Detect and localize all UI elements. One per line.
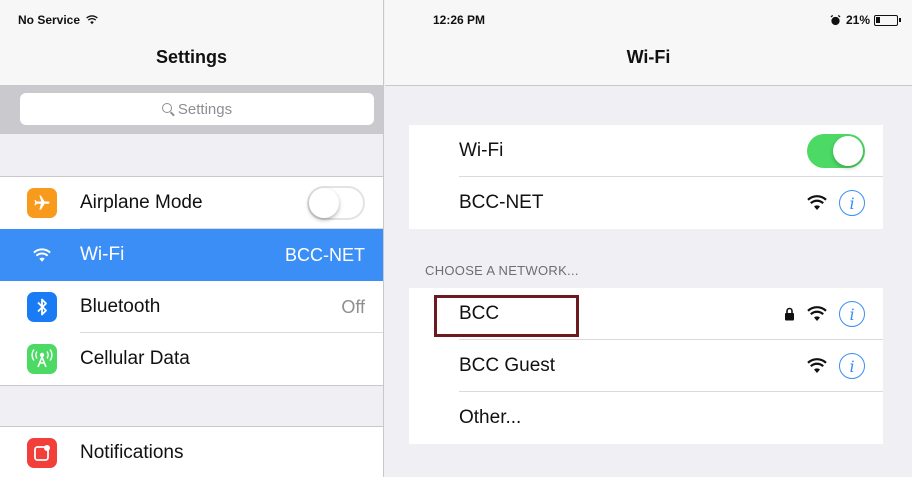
- toggle-knob: [833, 136, 863, 166]
- info-icon[interactable]: i: [839, 190, 865, 216]
- lock-icon: [785, 307, 794, 321]
- carrier-label: No Service: [18, 13, 81, 27]
- highlight-annotation: [434, 295, 579, 337]
- battery-percent: 21%: [845, 13, 870, 27]
- search-bar: Settings: [0, 86, 383, 134]
- sidebar-item-label: Airplane Mode: [80, 192, 203, 213]
- settings-header: No Service Settings: [0, 0, 383, 86]
- network-name: BCC-NET: [459, 192, 544, 213]
- section-header: CHOOSE A NETWORK...: [425, 263, 579, 278]
- wifi-toggle-label: Wi-Fi: [459, 140, 504, 161]
- sidebar-item-label: Wi-Fi: [80, 244, 125, 265]
- toggle-knob: [309, 188, 339, 218]
- carrier-status: No Service: [18, 13, 99, 27]
- clock: 12:26 PM: [433, 13, 486, 27]
- sidebar-item-bluetooth[interactable]: Bluetooth Off: [0, 281, 383, 333]
- cellular-icon: [27, 344, 57, 374]
- sidebar-item-label: Cellular Data: [80, 348, 190, 369]
- sidebar-item-label: Bluetooth: [80, 296, 161, 317]
- network-name: Other...: [459, 407, 522, 428]
- sidebar-item-cellular-data[interactable]: Cellular Data: [0, 333, 383, 385]
- search-placeholder: Settings: [177, 100, 233, 118]
- connected-network-row[interactable]: BCC-NET i: [409, 177, 883, 229]
- settings-group-connectivity: Airplane Mode Wi-Fi BCC-NET Bluetooth Of…: [0, 176, 383, 386]
- battery-icon: [874, 14, 901, 26]
- settings-master-pane: No Service Settings Settings Airplane Mo…: [0, 0, 384, 477]
- page-title: Settings: [155, 47, 227, 67]
- airplane-icon: [27, 188, 57, 218]
- bluetooth-icon: [27, 292, 57, 322]
- search-input[interactable]: Settings: [20, 93, 374, 125]
- wifi-detail-pane: 12:26 PM 21% Wi-Fi Wi-Fi BCC-NET i CHOOS…: [385, 0, 912, 477]
- alarm-icon: [830, 14, 841, 25]
- search-icon: [161, 103, 172, 113]
- sidebar-item-value: BCC-NET: [285, 244, 365, 265]
- wifi-signal-icon: [807, 195, 827, 210]
- notifications-icon: [27, 438, 57, 468]
- sidebar-item-value: Off: [341, 296, 365, 317]
- wifi-icon: [27, 240, 57, 270]
- info-icon[interactable]: i: [839, 301, 865, 327]
- network-row-other[interactable]: Other...: [409, 392, 883, 444]
- sidebar-item-label: Notifications: [80, 442, 184, 463]
- sidebar-item-wifi[interactable]: Wi-Fi BCC-NET: [0, 229, 383, 281]
- airplane-mode-toggle[interactable]: [307, 186, 365, 220]
- page-title: Wi-Fi: [626, 47, 671, 67]
- wifi-toggle[interactable]: [807, 134, 865, 168]
- sidebar-item-airplane-mode[interactable]: Airplane Mode: [0, 177, 383, 229]
- wifi-signal-icon: [807, 358, 827, 373]
- network-row-bcc-guest[interactable]: BCC Guest i: [409, 340, 883, 392]
- sidebar-item-notifications[interactable]: Notifications: [0, 427, 383, 477]
- info-icon[interactable]: i: [839, 353, 865, 379]
- wifi-status-icon: [86, 15, 99, 25]
- wifi-signal-icon: [807, 306, 827, 321]
- wifi-toggle-card: Wi-Fi BCC-NET i: [409, 125, 883, 229]
- battery-status: 21%: [830, 13, 901, 27]
- wifi-toggle-row: Wi-Fi: [409, 125, 883, 177]
- network-name: BCC Guest: [459, 355, 556, 376]
- wifi-header: 12:26 PM 21% Wi-Fi: [385, 0, 912, 86]
- settings-group-notifications: Notifications: [0, 426, 383, 477]
